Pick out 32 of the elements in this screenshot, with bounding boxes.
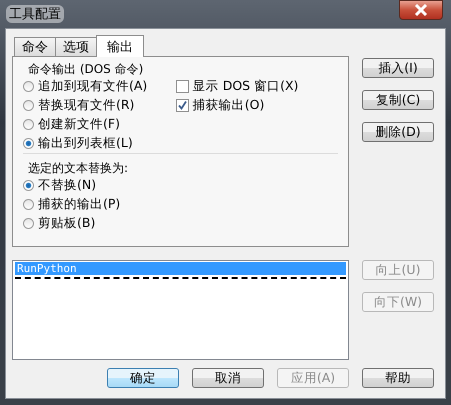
- checkbox[interactable]: [176, 80, 189, 93]
- option-label: 不替换(N): [38, 177, 96, 194]
- option-label: 输出到列表框(L): [38, 135, 133, 152]
- button[interactable]: 取消: [192, 368, 264, 388]
- option-label: 显示 DOS 窗口(X): [192, 78, 298, 95]
- radio-button[interactable]: [23, 199, 34, 210]
- button[interactable]: 删除(D): [362, 122, 434, 142]
- radio-button[interactable]: [23, 119, 34, 130]
- button[interactable]: 插入(I): [362, 58, 434, 78]
- close-icon: [414, 4, 428, 16]
- option-label: 捕获的输出(P): [38, 196, 120, 213]
- radio-button[interactable]: [23, 218, 34, 229]
- button[interactable]: 确定: [107, 368, 179, 388]
- close-button[interactable]: [399, 0, 443, 20]
- button[interactable]: 帮助: [362, 368, 434, 388]
- option-label: 追加到现有文件(A): [38, 78, 148, 95]
- tab[interactable]: 命令: [14, 37, 56, 56]
- radio-button[interactable]: [23, 180, 34, 191]
- option-label: 剪贴板(B): [38, 215, 96, 232]
- radio-button[interactable]: [23, 81, 34, 92]
- checkbox[interactable]: [176, 99, 189, 112]
- option-label: 创建新文件(F): [38, 116, 120, 133]
- group-title: 选定的文本替换为:: [27, 160, 130, 176]
- option-label: 捕获输出(O): [192, 97, 264, 114]
- button[interactable]: 复制(C): [362, 90, 434, 110]
- radio-button[interactable]: [23, 100, 34, 111]
- group-title: 命令输出 (DOS 命令): [27, 61, 144, 77]
- window-title: 工具配置: [6, 5, 64, 23]
- option-label: 替换现有文件(R): [38, 97, 134, 114]
- tab[interactable]: 输出: [96, 35, 144, 57]
- tab[interactable]: 选项: [55, 37, 97, 56]
- radio-button[interactable]: [23, 138, 34, 149]
